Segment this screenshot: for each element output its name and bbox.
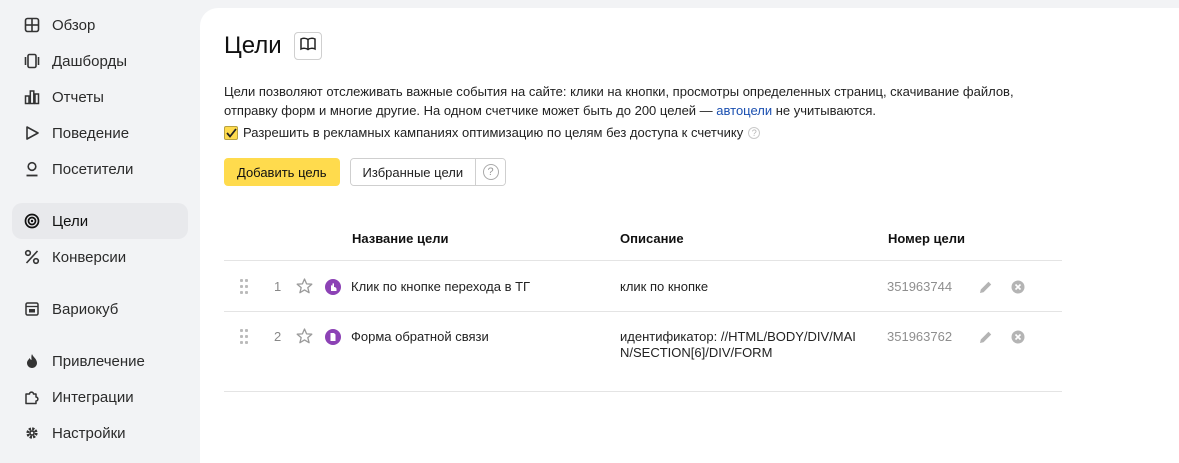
sidebar-item-label: Цели	[52, 212, 89, 230]
favorite-goals-button[interactable]: Избранные цели	[350, 159, 476, 185]
page-title: Цели	[224, 32, 282, 59]
drag-handle-icon[interactable]	[240, 279, 250, 295]
sidebar-item-variocube[interactable]: Вариокуб	[12, 291, 188, 327]
goal-description: клик по кнопке	[620, 279, 709, 294]
sidebar-item-label: Поведение	[52, 124, 130, 142]
sidebar-item-label: Отчеты	[52, 88, 104, 106]
sidebar-item-conversions[interactable]: Конверсии	[12, 239, 188, 275]
star-icon[interactable]	[296, 328, 313, 349]
add-goal-button[interactable]: Добавить цель	[224, 158, 340, 186]
sidebar-item-label: Настройки	[52, 424, 126, 442]
bar-chart-icon	[24, 89, 40, 105]
column-header-description[interactable]: Описание	[620, 231, 684, 246]
optimization-checkbox-row: Разрешить в рекламных кампаниях оптимиза…	[224, 125, 761, 140]
help-book-button[interactable]	[293, 32, 322, 60]
column-header-number[interactable]: Номер цели	[888, 231, 965, 246]
star-icon[interactable]	[296, 278, 313, 299]
optimization-checkbox[interactable]	[224, 125, 238, 140]
flame-icon	[24, 353, 40, 369]
sidebar-item-label: Обзор	[52, 16, 96, 34]
question-icon[interactable]: ?	[748, 126, 761, 139]
sidebar-item-label: Конверсии	[52, 248, 127, 266]
action-buttons: Добавить цель Избранные цели ?	[224, 158, 507, 186]
table-row: 1 Клик по кнопке перехода в ТГ клик по к…	[224, 262, 1062, 312]
drag-handle-icon[interactable]	[240, 329, 250, 345]
sidebar-item-label: Интеграции	[52, 388, 134, 406]
sidebar-item-settings[interactable]: Настройки	[12, 415, 188, 451]
main-panel: Цели Цели позволяют отслеживать важные с…	[200, 8, 1179, 463]
goal-name[interactable]: Клик по кнопке перехода в ТГ	[351, 279, 530, 294]
percent-icon	[24, 249, 40, 265]
target-icon	[24, 213, 40, 229]
sidebar-item-dashboards[interactable]: Дашборды	[12, 43, 188, 79]
question-icon: ?	[482, 164, 499, 180]
goal-description: идентификатор: //HTML/BODY/DIV/MAIN/SECT…	[620, 329, 856, 360]
person-icon	[24, 161, 40, 177]
title-row: Цели	[224, 32, 322, 60]
column-header-name[interactable]: Название цели	[352, 231, 448, 246]
delete-icon[interactable]	[1011, 280, 1025, 299]
goals-table-header: Название цели Описание Номер цели	[224, 229, 1062, 261]
optimization-checkbox-label[interactable]: Разрешить в рекламных кампаниях оптимиза…	[243, 125, 743, 140]
sidebar-item-label: Дашборды	[52, 52, 127, 70]
row-index: 1	[274, 279, 282, 294]
autogoals-link[interactable]: автоцели	[716, 103, 772, 118]
sidebar-item-integrations[interactable]: Интеграции	[12, 379, 188, 415]
goal-number: 351963744	[887, 279, 953, 294]
table-row: 2 Форма обратной связи идентификатор: //…	[224, 312, 1062, 392]
book-icon	[299, 37, 316, 56]
dashboards-icon	[24, 53, 40, 69]
sidebar-item-visitors[interactable]: Посетители	[12, 151, 188, 187]
gear-icon	[24, 425, 40, 441]
page-description: Цели позволяют отслеживать важные событи…	[224, 84, 1014, 118]
edit-pencil-icon[interactable]	[978, 329, 994, 350]
edit-pencil-icon[interactable]	[978, 279, 994, 300]
sidebar-item-behavior[interactable]: Поведение	[12, 115, 188, 151]
play-icon	[24, 125, 40, 141]
favorites-help-button[interactable]: ?	[475, 159, 506, 185]
sidebar: Обзор Дашборды Отчеты Поведение Посетите…	[0, 0, 200, 463]
row-index: 2	[274, 329, 282, 344]
sidebar-item-reports[interactable]: Отчеты	[12, 79, 188, 115]
sidebar-item-label: Привлечение	[52, 352, 145, 370]
delete-icon[interactable]	[1011, 330, 1025, 349]
sidebar-item-label: Посетители	[52, 160, 134, 178]
sidebar-item-acquisition[interactable]: Привлечение	[12, 343, 188, 379]
grid-icon	[24, 17, 40, 33]
click-icon	[325, 279, 341, 295]
sidebar-item-overview[interactable]: Обзор	[12, 7, 188, 43]
sidebar-item-label: Вариокуб	[52, 300, 119, 318]
goal-number: 351963762	[887, 329, 953, 344]
favorites-group: Избранные цели ?	[349, 158, 507, 186]
variocube-icon	[24, 301, 40, 317]
form-icon	[325, 329, 341, 345]
sidebar-item-goals[interactable]: Цели	[12, 203, 188, 239]
puzzle-icon	[24, 389, 40, 405]
goal-name[interactable]: Форма обратной связи	[351, 329, 489, 344]
